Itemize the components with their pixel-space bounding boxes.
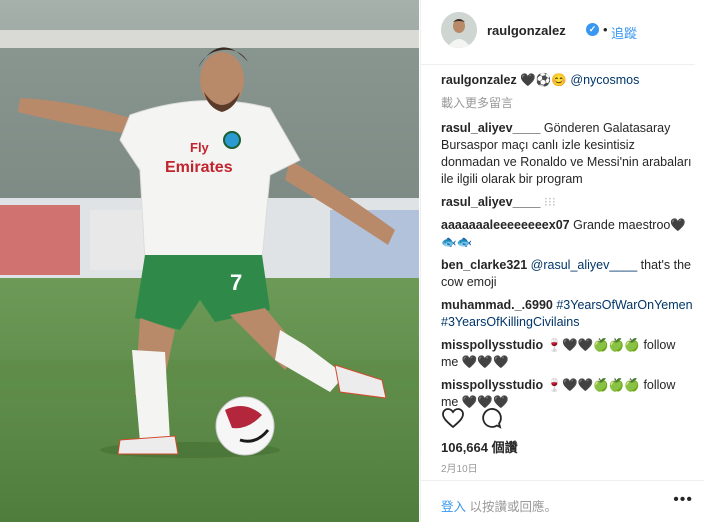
photo-canvas: Fly Emirates 7 — [0, 0, 419, 522]
jersey-sponsor-line2: Emirates — [165, 159, 233, 176]
post-date[interactable]: 2月10日 — [441, 460, 478, 475]
caption-mention[interactable]: @nycosmos — [570, 73, 639, 87]
post-sidebar: raulgonzalez ✓ • 追蹤 raulgonzalez 🖤⚽😊 @ny… — [420, 0, 704, 522]
comment: rasul_aliyev____ Gönderen Galatasaray Bu… — [441, 120, 693, 188]
comment-icon[interactable] — [479, 406, 503, 430]
comment-username[interactable]: muhammad._.6990 — [441, 298, 553, 312]
caption-username[interactable]: raulgonzalez — [441, 73, 517, 87]
comment-username[interactable]: rasul_aliyev____ — [441, 121, 540, 135]
comment: ben_clarke321 @rasul_aliyev____ that's t… — [441, 257, 693, 291]
comment-mention[interactable]: @rasul_aliyev____ — [531, 258, 638, 272]
load-more-comments-button[interactable]: 載入更多留言 — [441, 95, 693, 112]
follow-separator: • — [603, 22, 608, 37]
login-prompt: 登入 以按讚或回應。 — [441, 496, 557, 515]
login-link[interactable]: 登入 — [441, 500, 466, 514]
login-prompt-text: 以按讚或回應。 — [469, 500, 558, 514]
post-actions — [441, 406, 513, 432]
comment: muhammad._.6990 #3YearsOfWarOnYemen #3Ye… — [441, 297, 693, 331]
jersey-number: 7 — [230, 270, 242, 295]
comment: misspollysstudio 🍷🖤🖤🍏🍏🍏 follow me 🖤🖤🖤 — [441, 337, 693, 371]
like-count-number: 106,664 — [441, 440, 488, 455]
instagram-post: Fly Emirates 7 raulgonzalez ✓ • 追蹤 raulg… — [0, 0, 704, 522]
comment-text: ⁝⁝⁝ — [543, 195, 556, 209]
comment-username[interactable]: ben_clarke321 — [441, 258, 527, 272]
post-photo[interactable]: Fly Emirates 7 — [0, 0, 419, 522]
comment-username[interactable]: aaaaaaaleeeeeeeex07 — [441, 218, 570, 232]
caption: raulgonzalez 🖤⚽😊 @nycosmos — [441, 72, 693, 89]
comment: aaaaaaaleeeeeeeex07 Grande maestroo🖤 🐟🐟 — [441, 217, 693, 251]
verified-badge-icon: ✓ — [586, 23, 599, 36]
comment: rasul_aliyev____ ⁝⁝⁝ — [441, 194, 693, 211]
post-footer: 登入 以按讚或回應。 ••• — [421, 480, 704, 523]
like-count-label: 個讚 — [491, 440, 518, 455]
post-header: raulgonzalez ✓ • 追蹤 — [421, 0, 695, 65]
like-count[interactable]: 106,664 個讚 — [441, 437, 518, 456]
comments-list: raulgonzalez 🖤⚽😊 @nycosmos 載入更多留言 rasul_… — [441, 72, 693, 417]
heart-icon[interactable] — [441, 406, 465, 430]
jersey-sponsor-line1: Fly — [190, 140, 210, 155]
comment-username[interactable]: misspollysstudio — [441, 338, 543, 352]
follow-button[interactable]: 追蹤 — [611, 23, 637, 42]
comment-username[interactable]: misspollysstudio — [441, 378, 543, 392]
avatar-image — [441, 12, 477, 48]
comment-username[interactable]: rasul_aliyev____ — [441, 195, 540, 209]
avatar[interactable] — [441, 12, 477, 48]
more-options-icon[interactable]: ••• — [673, 491, 693, 509]
header-username[interactable]: raulgonzalez — [487, 23, 566, 38]
caption-text: 🖤⚽😊 — [520, 73, 567, 87]
